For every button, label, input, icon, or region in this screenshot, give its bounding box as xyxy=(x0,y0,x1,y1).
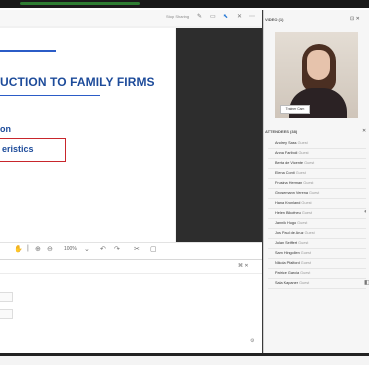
attendee-name: Sam Hingollen Guest xyxy=(275,251,311,255)
video-heading: VIDEO (1) xyxy=(265,17,284,22)
presenter-face xyxy=(307,50,330,80)
attendee-name: Andrey Sass Guest xyxy=(275,141,308,145)
attendee-name: Elena Conti Guest xyxy=(275,171,306,175)
bottom-line xyxy=(0,353,369,356)
attendee-name: Julan Seiffert Guest xyxy=(275,241,309,245)
more-icon[interactable]: ⋯ xyxy=(249,13,255,20)
slide-title: UCTION TO FAMILY FIRMS xyxy=(0,75,155,89)
hand-raised-icon: ◐ xyxy=(364,209,368,215)
attendee-name: Jannik Hugo Guest xyxy=(275,221,308,225)
settings-icon[interactable]: ⚙ xyxy=(250,338,254,344)
attendee-name: Frusina Herman Guest xyxy=(275,181,314,185)
undo-icon[interactable]: ↶ xyxy=(100,245,106,253)
slide-dark-panel xyxy=(176,28,262,242)
highlighted-text: eristics xyxy=(2,144,34,154)
screen-icon[interactable]: ▭ xyxy=(210,13,216,20)
zoom-out-icon[interactable]: ⊖ xyxy=(47,245,53,253)
cut-icon[interactable]: ✂ xyxy=(134,245,140,253)
attendee-name: Berta de Vicente Guest xyxy=(275,161,315,165)
pointer-icon[interactable]: ⬉ xyxy=(223,13,228,20)
attendee-name: Grosemann Verena Guest xyxy=(275,191,320,195)
attendee-name: Hana Kronland Guest xyxy=(275,201,312,205)
chat-header xyxy=(0,259,262,274)
slide-canvas xyxy=(0,28,175,242)
slide-rule xyxy=(0,50,56,52)
chat-close-icon[interactable]: ⌘ ✕ xyxy=(238,263,249,269)
attendee-name: Jos Paul de Aruz Guest xyxy=(275,231,315,235)
chevron-down-icon[interactable]: ⌄ xyxy=(84,245,90,253)
zoom-select[interactable]: 100% xyxy=(64,246,77,252)
attendees-heading: ATTENDEES (38) xyxy=(265,129,298,134)
close-icon[interactable]: ✕ xyxy=(237,13,242,20)
zoom-in-icon[interactable]: ⊕ xyxy=(35,245,41,253)
attendees-close-icon[interactable]: ✕ xyxy=(362,128,366,134)
chat-message xyxy=(0,309,13,319)
hand-icon[interactable]: ✋ xyxy=(14,245,23,253)
redo-icon[interactable]: ↷ xyxy=(114,245,120,253)
attendee-row[interactable]: Sala Kapaner Guest ◧ xyxy=(268,278,369,289)
separator-icon: | xyxy=(27,245,29,252)
attendee-name: Anna Fariboli Guest xyxy=(275,151,309,155)
progress-strip xyxy=(20,2,140,5)
delete-icon[interactable]: ▢ xyxy=(150,245,157,253)
video-controls-icon[interactable]: ⊡ ✕ xyxy=(350,16,360,22)
pen-icon[interactable]: ✎ xyxy=(197,13,202,20)
chat-message xyxy=(0,292,13,302)
slide-subtitle: on xyxy=(0,124,11,134)
slide-divider xyxy=(0,95,100,96)
top-strip xyxy=(0,0,369,8)
attendee-name: Sala Kapaner Guest xyxy=(275,281,310,285)
stop-sharing-button[interactable]: Stop Sharing xyxy=(166,14,189,19)
presenter-name-tag: Trainer Cam xyxy=(280,105,310,114)
attendee-name: Nikola Pfalford Guest xyxy=(275,261,311,265)
attendee-name: Patrice Garcia Guest xyxy=(275,271,311,275)
attendee-name: Helen Bikofneu Guest xyxy=(275,211,312,215)
bottom-strip xyxy=(0,353,369,365)
status-icon: ◧ xyxy=(364,280,369,286)
